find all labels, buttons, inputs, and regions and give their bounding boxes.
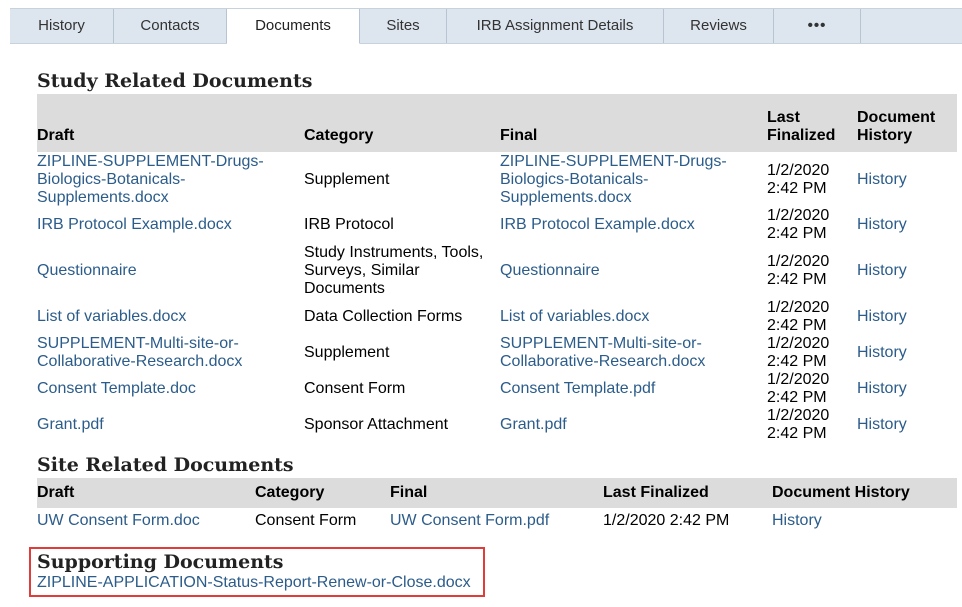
study-documents-title: Study Related Documents <box>37 70 313 92</box>
draft-document-link[interactable]: Consent Template.doc <box>37 380 196 397</box>
column-header-draft: Draft <box>37 94 304 152</box>
column-header-draft: Draft <box>37 478 255 508</box>
table-row: UW Consent Form.doc Consent Form UW Cons… <box>37 508 957 534</box>
tab-documents[interactable]: Documents <box>227 9 360 44</box>
draft-document-link[interactable]: Questionnaire <box>37 262 137 279</box>
history-link[interactable]: History <box>857 416 907 433</box>
final-document-link[interactable]: Grant.pdf <box>500 416 567 433</box>
tab-more-menu[interactable]: ••• <box>774 9 861 43</box>
tab-irb-assignment-details[interactable]: IRB Assignment Details <box>447 9 664 43</box>
category-cell: Supplement <box>304 170 390 188</box>
category-cell: IRB Protocol <box>304 216 394 233</box>
tab-sites[interactable]: Sites <box>360 9 447 43</box>
table-header-row: Draft Category Final Last Finalized Docu… <box>37 478 957 508</box>
table-row: SUPPLEMENT-Multi-site-or- Collaborative-R… <box>37 335 957 371</box>
category-cell: Consent Form <box>255 512 357 529</box>
column-header-category: Category <box>255 478 390 508</box>
draft-document-link[interactable]: Grant.pdf <box>37 416 104 433</box>
history-link[interactable]: History <box>857 380 907 397</box>
column-header-final: Final <box>390 478 603 508</box>
tab-contacts[interactable]: Contacts <box>114 9 227 43</box>
history-link[interactable]: History <box>857 262 907 279</box>
final-document-link[interactable]: IRB Protocol Example.docx <box>500 216 695 233</box>
draft-document-link[interactable]: UW Consent Form.doc <box>37 512 200 529</box>
final-document-link[interactable]: ZIPLINE-SUPPLEMENT-Drugs- Biologics-Botan… <box>500 153 727 206</box>
site-documents-title: Site Related Documents <box>37 454 294 476</box>
supporting-document-link[interactable]: ZIPLINE-APPLICATION-Status-Report-Renew-… <box>37 574 471 592</box>
last-finalized-cell: 1/2/2020 2:42 PM <box>767 371 830 406</box>
last-finalized-cell: 1/2/2020 2:42 PM <box>767 335 830 370</box>
tab-reviews[interactable]: Reviews <box>664 9 774 43</box>
final-document-link[interactable]: Questionnaire <box>500 262 600 279</box>
final-document-link[interactable]: List of variables.docx <box>500 308 649 325</box>
draft-document-link[interactable]: IRB Protocol Example.docx <box>37 216 232 233</box>
last-finalized-cell: 1/2/2020 2:42 PM <box>767 253 830 288</box>
history-link[interactable]: History <box>857 216 907 233</box>
draft-document-link[interactable]: ZIPLINE-SUPPLEMENT-Drugs- Biologics-Botan… <box>37 153 264 206</box>
column-header-category: Category <box>304 94 500 152</box>
column-header-document-history: Document History <box>772 478 957 508</box>
history-link[interactable]: History <box>772 512 822 529</box>
column-header-last-finalized: Last Finalized <box>603 478 772 508</box>
table-row: Consent Template.doc Consent Form Consen… <box>37 371 957 407</box>
supporting-documents-title: Supporting Documents <box>37 551 284 573</box>
final-document-link[interactable]: Consent Template.pdf <box>500 380 655 397</box>
category-cell: Supplement <box>304 344 390 361</box>
last-finalized-cell: 1/2/2020 2:42 PM <box>767 161 830 197</box>
last-finalized-cell: 1/2/2020 2:42 PM <box>767 299 830 334</box>
table-header-row: Draft Category Final Last Finalized Docum… <box>37 94 957 152</box>
site-documents-table: Draft Category Final Last Finalized Docu… <box>37 478 957 534</box>
study-documents-table: Draft Category Final Last Finalized Docum… <box>37 94 957 443</box>
category-cell: Consent Form <box>304 380 406 397</box>
table-row: ZIPLINE-SUPPLEMENT-Drugs- Biologics-Botan… <box>37 152 957 207</box>
table-row: Grant.pdf Sponsor Attachment Grant.pdf 1… <box>37 407 957 443</box>
table-row: Questionnaire Study Instruments, Tools, S… <box>37 243 957 299</box>
tab-history[interactable]: History <box>10 9 114 43</box>
tab-bar: History Contacts Documents Sites IRB Ass… <box>10 8 962 44</box>
final-document-link[interactable]: SUPPLEMENT-Multi-site-or- Collaborative-R… <box>500 335 705 370</box>
draft-document-link[interactable]: SUPPLEMENT-Multi-site-or- Collaborative-R… <box>37 335 242 370</box>
final-document-link[interactable]: UW Consent Form.pdf <box>390 512 549 529</box>
column-header-last-finalized: Last Finalized <box>767 94 857 152</box>
last-finalized-cell: 1/2/2020 2:42 PM <box>767 407 830 442</box>
column-header-document-history: Document History <box>857 94 957 152</box>
category-cell: Study Instruments, Tools, Surveys, Simila… <box>304 244 484 297</box>
category-cell: Data Collection Forms <box>304 308 463 325</box>
table-row: IRB Protocol Example.docx IRB Protocol I… <box>37 207 957 243</box>
draft-document-link[interactable]: List of variables.docx <box>37 308 186 325</box>
history-link[interactable]: History <box>857 344 907 361</box>
last-finalized-cell: 1/2/2020 2:42 PM <box>767 207 830 242</box>
category-cell: Sponsor Attachment <box>304 416 449 433</box>
history-link[interactable]: History <box>857 171 907 188</box>
column-header-final: Final <box>500 94 767 152</box>
last-finalized-cell: 1/2/2020 2:42 PM <box>603 512 730 529</box>
history-link[interactable]: History <box>857 308 907 325</box>
table-row: List of variables.docx Data Collection F… <box>37 299 957 335</box>
